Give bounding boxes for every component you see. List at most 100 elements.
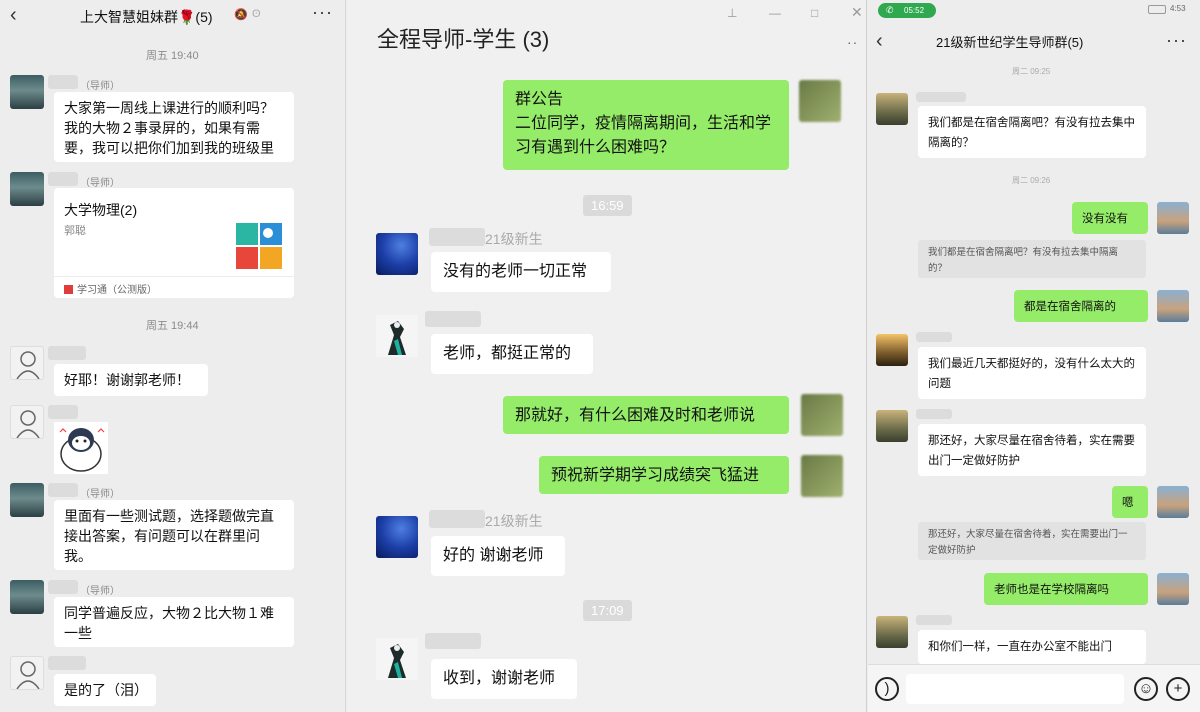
avatar[interactable] [10, 580, 44, 614]
avatar[interactable] [876, 334, 908, 366]
sketch-avatar-icon [16, 661, 40, 689]
message-bubble[interactable]: 没有的老师一切正常 [431, 252, 611, 292]
sender-name-blurred [429, 510, 485, 528]
ear-icon: ʘ [252, 8, 261, 20]
message-bubble[interactable]: 大家第一周线上课进行的顺利吗？我的大物２事录屏的，如果有需要，我可以把你们加到我… [54, 92, 294, 162]
middle-chat-title: 全程导师-学生 (3) [377, 27, 550, 52]
avatar[interactable] [376, 638, 418, 680]
message-bubble[interactable]: 预祝新学期学习成绩突飞猛进 [539, 456, 789, 494]
timestamp: 周五 19:44 [146, 320, 199, 332]
tutor-tag: （导师） [80, 81, 120, 92]
message-bubble[interactable]: 没有没有 [1072, 202, 1148, 234]
sender-name-blurred [48, 346, 86, 360]
more-dots-icon[interactable]: ··· [312, 2, 333, 23]
minimize-icon[interactable]: — [769, 6, 781, 20]
quoted-message[interactable]: 我们都是在宿舍隔离吧？有没有拉去集中隔离的？ [918, 240, 1146, 278]
pin-icon[interactable]: ⊥ [727, 6, 737, 20]
avatar[interactable] [876, 93, 908, 125]
sender-name-blurred [916, 332, 952, 342]
more-dots-icon[interactable]: ··· [1166, 30, 1187, 51]
more-dots-icon[interactable]: ·· [847, 34, 858, 50]
sender-name-blurred [425, 311, 481, 327]
sender-name-blurred [916, 615, 952, 625]
avatar[interactable] [876, 410, 908, 442]
message-input[interactable] [906, 674, 1124, 704]
message-bubble[interactable]: 老师也是在学校隔离吗 [984, 573, 1148, 605]
maximize-icon[interactable]: □ [811, 6, 818, 20]
sender-name-blurred [48, 405, 78, 419]
card-footer-text: 学习通（公测版） [77, 285, 157, 296]
avatar[interactable] [1157, 486, 1189, 518]
timestamp: 周二 09:26 [1012, 176, 1051, 185]
avatar[interactable] [376, 233, 418, 275]
group-announcement-bubble[interactable]: 群公告 二位同学，疫情隔离期间，生活和学习有遇到什么困难吗？ [503, 80, 789, 170]
avatar[interactable] [10, 405, 44, 439]
back-arrow-icon[interactable]: ‹ [876, 30, 883, 53]
sender-name-blurred [429, 228, 485, 246]
avatar[interactable] [376, 315, 418, 357]
message-bubble[interactable]: 同学普遍反应，大物２比大物１难一些 [54, 597, 294, 647]
sender-name-blurred [48, 483, 78, 497]
card-footer: 学习通（公测版） [54, 276, 294, 298]
card-subtitle: 郭聪 [64, 225, 86, 237]
plus-icon[interactable]: + [1166, 677, 1190, 701]
left-chat-header: ‹ 上大智慧姐妹群🌹(5) 🔕 ʘ ··· [0, 0, 345, 32]
sender-name-blurred [916, 92, 966, 102]
message-bubble[interactable]: 嗯 [1112, 486, 1148, 518]
message-bubble[interactable]: 是的了（泪） [54, 674, 156, 706]
avatar[interactable] [1157, 573, 1189, 605]
emoji-icon[interactable]: ☺ [1134, 677, 1158, 701]
penguin-sticker[interactable] [54, 422, 108, 474]
avatar[interactable] [799, 80, 841, 122]
mute-bell-icon: 🔕 [234, 9, 248, 21]
left-chat-panel: ‹ 上大智慧姐妹群🌹(5) 🔕 ʘ ··· 周五 19:40 （导师） 大家第一… [0, 0, 346, 712]
right-chat-panel: ✆ 05:52 4:53 ‹ 21级新世纪学生导师群(5) ··· 周二 09:… [868, 0, 1200, 712]
tutor-tag: （导师） [80, 489, 120, 500]
sender-name-suffix: 21级新生 [485, 231, 543, 247]
avatar[interactable] [876, 616, 908, 648]
left-chat-title: 上大智慧姐妹群🌹(5) [80, 9, 213, 25]
close-icon[interactable]: ✕ [851, 4, 863, 21]
avatar[interactable] [10, 172, 44, 206]
avatar[interactable] [1157, 290, 1189, 322]
sketch-avatar-icon [16, 410, 40, 438]
sender-name-blurred [916, 409, 952, 419]
message-bubble[interactable]: 我们最近几天都挺好的，没有什么太大的问题 [918, 347, 1146, 399]
message-bubble[interactable]: 好的 谢谢老师 [431, 536, 565, 576]
avatar[interactable] [10, 75, 44, 109]
sender-name-blurred [48, 172, 78, 186]
sender-name-blurred [48, 656, 86, 670]
timestamp: 周五 19:40 [146, 50, 199, 62]
message-bubble[interactable]: 老师，都挺正常的 [431, 334, 593, 374]
call-status-pill[interactable]: ✆ 05:52 [878, 3, 936, 18]
timestamp: 周二 09:25 [1012, 67, 1051, 76]
avatar[interactable] [10, 656, 44, 690]
course-link-card[interactable]: 大学物理(2) 郭聪 学习通（公测版） [54, 188, 294, 298]
quoted-message[interactable]: 那还好，大家尽量在宿舍待着，实在需要出门一定做好防护 [918, 522, 1146, 560]
message-bubble[interactable]: 和你们一样，一直在办公室不能出门 [918, 630, 1146, 664]
sender-name-suffix: 21级新生 [485, 513, 543, 529]
avatar[interactable] [10, 346, 44, 380]
back-arrow-icon[interactable]: ‹ [10, 4, 17, 27]
battery-icon [1148, 5, 1166, 14]
message-bubble[interactable]: 里面有一些测试题，选择题做完直接出答案，有问题可以在群里问我。 [54, 500, 294, 570]
avatar[interactable] [1157, 202, 1189, 234]
status-clock: 4:53 [1170, 4, 1186, 13]
timestamp: 17:09 [583, 600, 632, 621]
status-bar: ✆ 05:52 4:53 [868, 0, 1200, 22]
message-bubble[interactable]: 那就好，有什么困难及时和老师说 [503, 396, 789, 434]
avatar[interactable] [10, 483, 44, 517]
avatar[interactable] [801, 394, 843, 436]
message-bubble[interactable]: 收到，谢谢老师 [431, 659, 577, 699]
message-bubble[interactable]: 我们都是在宿舍隔离吧？有没有拉去集中隔离的？ [918, 106, 1146, 158]
message-bubble[interactable]: 那还好，大家尽量在宿舍待着，实在需要出门一定做好防护 [918, 424, 1146, 476]
avatar[interactable] [801, 455, 843, 497]
card-thumbnail-icon [236, 223, 282, 269]
sender-name-blurred [48, 580, 78, 594]
sketch-avatar-icon [16, 351, 40, 379]
avatar[interactable] [376, 516, 418, 558]
message-bubble[interactable]: 好耶！谢谢郭老师！ [54, 364, 208, 396]
voice-icon[interactable]: ) [875, 677, 899, 701]
message-bubble[interactable]: 都是在宿舍隔离的 [1014, 290, 1148, 322]
sender-name-blurred [425, 633, 481, 649]
